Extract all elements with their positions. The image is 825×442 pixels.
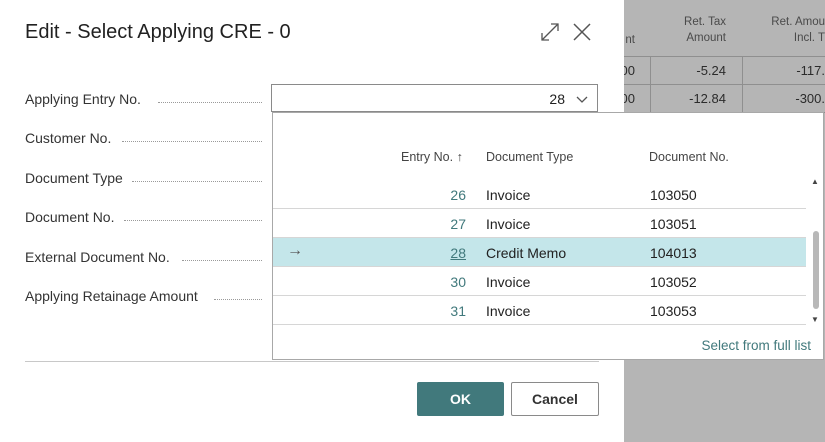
document-no-cell: 103050 [650, 187, 697, 203]
document-no-cell: 103052 [650, 274, 697, 290]
row-pointer-arrow-icon: → [287, 242, 303, 259]
column-header-document-no[interactable]: Document No. [649, 150, 729, 164]
document-type-cell: Invoice [486, 187, 531, 203]
chevron-down-icon[interactable] [575, 92, 589, 106]
document-no-cell: 103051 [650, 216, 697, 232]
document-type-cell: Invoice [486, 216, 531, 232]
document-type-cell: Invoice [486, 274, 531, 290]
document-type-label: Document Type [25, 170, 123, 186]
list-row[interactable]: 26 Invoice 103050 [273, 180, 806, 209]
list-row-selected[interactable]: → 28 Credit Memo 104013 [273, 238, 806, 267]
document-no-cell: 103053 [650, 303, 697, 319]
entry-no-cell[interactable]: 31 [450, 303, 466, 319]
customer-no-label: Customer No. [25, 130, 112, 146]
list-row[interactable]: 27 Invoice 103051 [273, 209, 806, 238]
bg-column-header: Ret. Tax Amount [684, 16, 726, 44]
entry-no-cell[interactable]: 28 [450, 245, 466, 261]
dialog-title: Edit - Select Applying CRE - 0 [25, 21, 291, 43]
bg-cell: -300. [795, 91, 825, 106]
entry-no-cell[interactable]: 30 [450, 274, 466, 290]
entry-no-cell[interactable]: 27 [450, 216, 466, 232]
list-row[interactable]: 30 Invoice 103052 [273, 267, 806, 296]
applying-entry-no-label: Applying Entry No. [25, 91, 141, 107]
scroll-up-icon[interactable]: ▲ [811, 177, 819, 186]
bg-cell: -117. [796, 63, 825, 78]
list-scrollbar[interactable]: ▲ ▼ [807, 169, 823, 329]
entry-no-cell[interactable]: 26 [450, 187, 466, 203]
bg-column-header: Ret. Amou Incl. T [771, 16, 825, 44]
applying-retainage-amount-label: Applying Retainage Amount [25, 288, 198, 304]
applying-entry-no-value: 28 [549, 91, 565, 107]
close-icon[interactable] [570, 20, 594, 44]
ok-button[interactable]: OK [417, 382, 504, 416]
expand-icon[interactable] [538, 20, 562, 44]
document-no-cell: 104013 [650, 245, 697, 261]
scroll-down-icon[interactable]: ▼ [811, 315, 819, 324]
external-document-no-label: External Document No. [25, 249, 170, 265]
list-row[interactable]: 31 Invoice 103053 [273, 296, 806, 325]
column-header-entry-no[interactable]: Entry No. ↑ [401, 150, 463, 164]
bg-cell: -5.24 [696, 63, 726, 78]
document-no-label: Document No. [25, 209, 115, 225]
entry-lookup-dropdown: Entry No. ↑ Document Type Document No. 2… [272, 112, 824, 360]
document-type-cell: Invoice [486, 303, 531, 319]
select-from-full-list-link[interactable]: Select from full list [701, 338, 811, 353]
footer-divider [25, 361, 599, 362]
column-header-document-type[interactable]: Document Type [486, 150, 573, 164]
cancel-button[interactable]: Cancel [511, 382, 599, 416]
applying-entry-no-combobox[interactable]: 28 [271, 84, 598, 112]
bg-cell: -12.84 [689, 91, 726, 106]
scroll-thumb[interactable] [813, 231, 819, 309]
document-type-cell: Credit Memo [486, 245, 567, 261]
